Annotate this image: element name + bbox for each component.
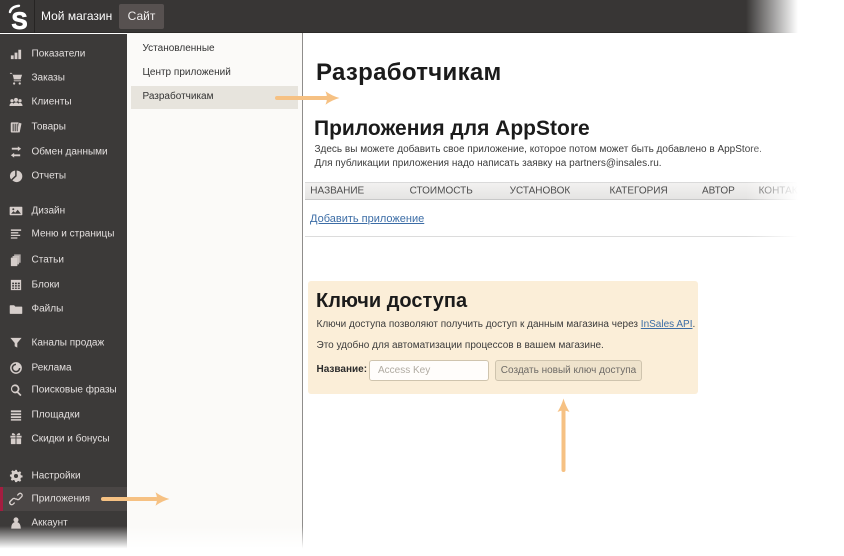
- svg-text:S: S: [12, 8, 28, 33]
